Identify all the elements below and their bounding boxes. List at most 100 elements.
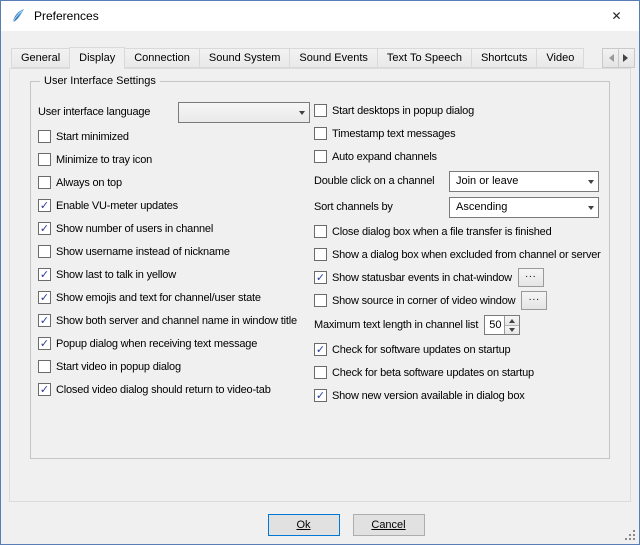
chevron-down-icon <box>588 180 594 187</box>
chevron-down-icon <box>299 111 305 118</box>
checkbox[interactable]: ✓ <box>38 199 51 212</box>
window-title: Preferences <box>34 9 99 23</box>
setting-label: Maximum text length in channel list <box>314 319 478 331</box>
checkbox-row-check-for-beta-software-updates-on-startup[interactable]: Check for beta software updates on start… <box>314 361 603 384</box>
checkbox-row-closed-video-dialog-should-return-to-video-tab[interactable]: ✓ Closed video dialog should return to vi… <box>38 378 314 401</box>
checkbox-row-always-on-top[interactable]: Always on top <box>38 171 314 194</box>
tab-shortcuts[interactable]: Shortcuts <box>471 48 537 68</box>
checkbox-label: Show statusbar events in chat-window <box>332 272 512 284</box>
checkbox[interactable] <box>314 150 327 163</box>
tab-sound-system[interactable]: Sound System <box>199 48 291 68</box>
checkbox-row-start-minimized[interactable]: Start minimized <box>38 125 314 148</box>
checkbox-row-close-dialog-box-when-a-file-transfer-is-finished[interactable]: Close dialog box when a file transfer is… <box>314 220 603 243</box>
setting-row-maximum-text-length-in-channel-list: Maximum text length in channel list 50 <box>314 312 603 338</box>
checkbox-row-enable-vu-meter-updates[interactable]: ✓ Enable VU-meter updates <box>38 194 314 217</box>
selected-value: Join or leave <box>456 175 583 187</box>
checkbox[interactable]: ✓ <box>314 389 327 402</box>
tab-sound-events[interactable]: Sound Events <box>289 48 378 68</box>
cancel-button-label: Cancel <box>371 519 405 531</box>
checkbox-label: Auto expand channels <box>332 151 437 163</box>
checkbox-label: Enable VU-meter updates <box>56 200 178 212</box>
checkbox-label: Popup dialog when receiving text message <box>56 338 257 350</box>
checkbox[interactable]: ✓ <box>38 222 51 235</box>
checkbox-label: Always on top <box>56 177 122 189</box>
tab-video[interactable]: Video <box>536 48 584 68</box>
checkbox-row-show-new-version-available-in-dialog-box[interactable]: ✓ Show new version available in dialog bo… <box>314 384 603 407</box>
checkbox[interactable] <box>314 366 327 379</box>
checkbox-row-check-for-software-updates-on-startup[interactable]: ✓ Check for software updates on startup <box>314 338 603 361</box>
checkbox[interactable]: ✓ <box>38 291 51 304</box>
ok-button-label: Ok <box>296 519 310 531</box>
checkbox[interactable] <box>314 225 327 238</box>
spin-down-button[interactable] <box>505 325 519 334</box>
tab-scroll-right-button[interactable] <box>618 48 635 68</box>
tab-scroll-left-button[interactable] <box>602 48 619 68</box>
checkbox[interactable]: ✓ <box>38 268 51 281</box>
checkbox[interactable]: ✓ <box>38 314 51 327</box>
left-arrow-icon <box>605 54 614 62</box>
checkbox-row-timestamp-text-messages[interactable]: Timestamp text messages <box>314 122 603 145</box>
checkbox-row-show-emojis-and-text-for-channel-user-state[interactable]: ✓Show emojis and text for channel/user s… <box>38 286 314 309</box>
language-label: User interface language <box>38 106 150 118</box>
left-column: User interface language Start minimizedM… <box>38 99 314 407</box>
checkbox[interactable] <box>38 130 51 143</box>
preferences-dialog: Preferences ✕ GeneralDisplayConnectionSo… <box>0 0 640 545</box>
tab-text-to-speech[interactable]: Text To Speech <box>377 48 472 68</box>
checkbox-row-show-both-server-and-channel-name-in-window-title[interactable]: ✓Show both server and channel name in wi… <box>38 309 314 332</box>
checkbox-row-show-number-of-users-in-channel[interactable]: ✓Show number of users in channel <box>38 217 314 240</box>
checkbox-label: Start video in popup dialog <box>56 361 181 373</box>
spin-up-button[interactable] <box>505 316 519 325</box>
checkbox-label: Check for beta software updates on start… <box>332 367 534 379</box>
checkbox[interactable] <box>314 127 327 140</box>
resize-grip[interactable] <box>623 528 635 540</box>
user-interface-settings-group: User Interface Settings User interface l… <box>30 81 610 459</box>
ok-button[interactable]: Ok <box>268 514 340 536</box>
up-arrow-icon <box>509 316 515 323</box>
more-options-button[interactable]: ... <box>518 268 544 287</box>
checkbox-row-show-source-in-corner-of-video-window[interactable]: Show source in corner of video window... <box>314 289 603 312</box>
checkbox-row-auto-expand-channels[interactable]: Auto expand channels <box>314 145 603 168</box>
setting-row-sort-channels-by: Sort channels byAscending <box>314 194 603 220</box>
checkbox-row-popup-dialog-when-receiving-text-message[interactable]: ✓ Popup dialog when receiving text messag… <box>38 332 314 355</box>
display-tab-panel: User Interface Settings User interface l… <box>9 68 631 502</box>
checkbox-label: Closed video dialog should return to vid… <box>56 384 271 396</box>
checkbox[interactable] <box>314 294 327 307</box>
sort-channels-by-select[interactable]: Ascending <box>449 197 599 218</box>
tab-connection[interactable]: Connection <box>124 48 200 68</box>
selected-value: Ascending <box>456 201 583 213</box>
maximum-text-length-in-channel-list-spinner[interactable]: 50 <box>484 315 520 335</box>
checkbox-label: Show source in corner of video window <box>332 295 515 307</box>
checkbox-row-show-last-to-talk-in-yellow[interactable]: ✓Show last to talk in yellow <box>38 263 314 286</box>
checkbox[interactable] <box>38 245 51 258</box>
titlebar: Preferences ✕ <box>1 1 639 31</box>
more-options-button[interactable]: ... <box>521 291 547 310</box>
close-icon: ✕ <box>611 9 621 23</box>
right-column: Start desktops in popup dialogTimestamp … <box>314 99 603 407</box>
double-click-on-a-channel-select[interactable]: Join or leave <box>449 171 599 192</box>
checkbox[interactable] <box>38 176 51 189</box>
checkbox-row-show-statusbar-events-in-chat-window[interactable]: ✓ Show statusbar events in chat-window... <box>314 266 603 289</box>
checkbox[interactable]: ✓ <box>38 337 51 350</box>
tab-general[interactable]: General <box>11 48 70 68</box>
checkbox-row-start-video-in-popup-dialog[interactable]: Start video in popup dialog <box>38 355 314 378</box>
checkbox-row-show-username-instead-of-nickname[interactable]: Show username instead of nickname <box>38 240 314 263</box>
checkbox[interactable]: ✓ <box>38 383 51 396</box>
checkbox[interactable]: ✓ <box>314 271 327 284</box>
checkbox-label: Check for software updates on startup <box>332 344 510 356</box>
close-button[interactable]: ✕ <box>594 1 639 31</box>
checkbox[interactable]: ✓ <box>314 343 327 356</box>
checkbox-row-minimize-to-tray-icon[interactable]: Minimize to tray icon <box>38 148 314 171</box>
language-select[interactable] <box>178 102 310 123</box>
checkbox[interactable] <box>314 248 327 261</box>
checkbox[interactable] <box>314 104 327 117</box>
tab-display[interactable]: Display <box>69 47 125 69</box>
checkbox-row-start-desktops-in-popup-dialog[interactable]: Start desktops in popup dialog <box>314 99 603 122</box>
checkbox-label: Show new version available in dialog box <box>332 390 525 402</box>
checkbox-row-show-a-dialog-box-when-excluded-from-channel-or-server[interactable]: Show a dialog box when excluded from cha… <box>314 243 603 266</box>
cancel-button[interactable]: Cancel <box>353 514 425 536</box>
checkbox-label: Close dialog box when a file transfer is… <box>332 226 552 238</box>
tab-scroll-control <box>603 48 635 68</box>
right-arrow-icon <box>623 54 632 62</box>
checkbox[interactable] <box>38 153 51 166</box>
checkbox[interactable] <box>38 360 51 373</box>
